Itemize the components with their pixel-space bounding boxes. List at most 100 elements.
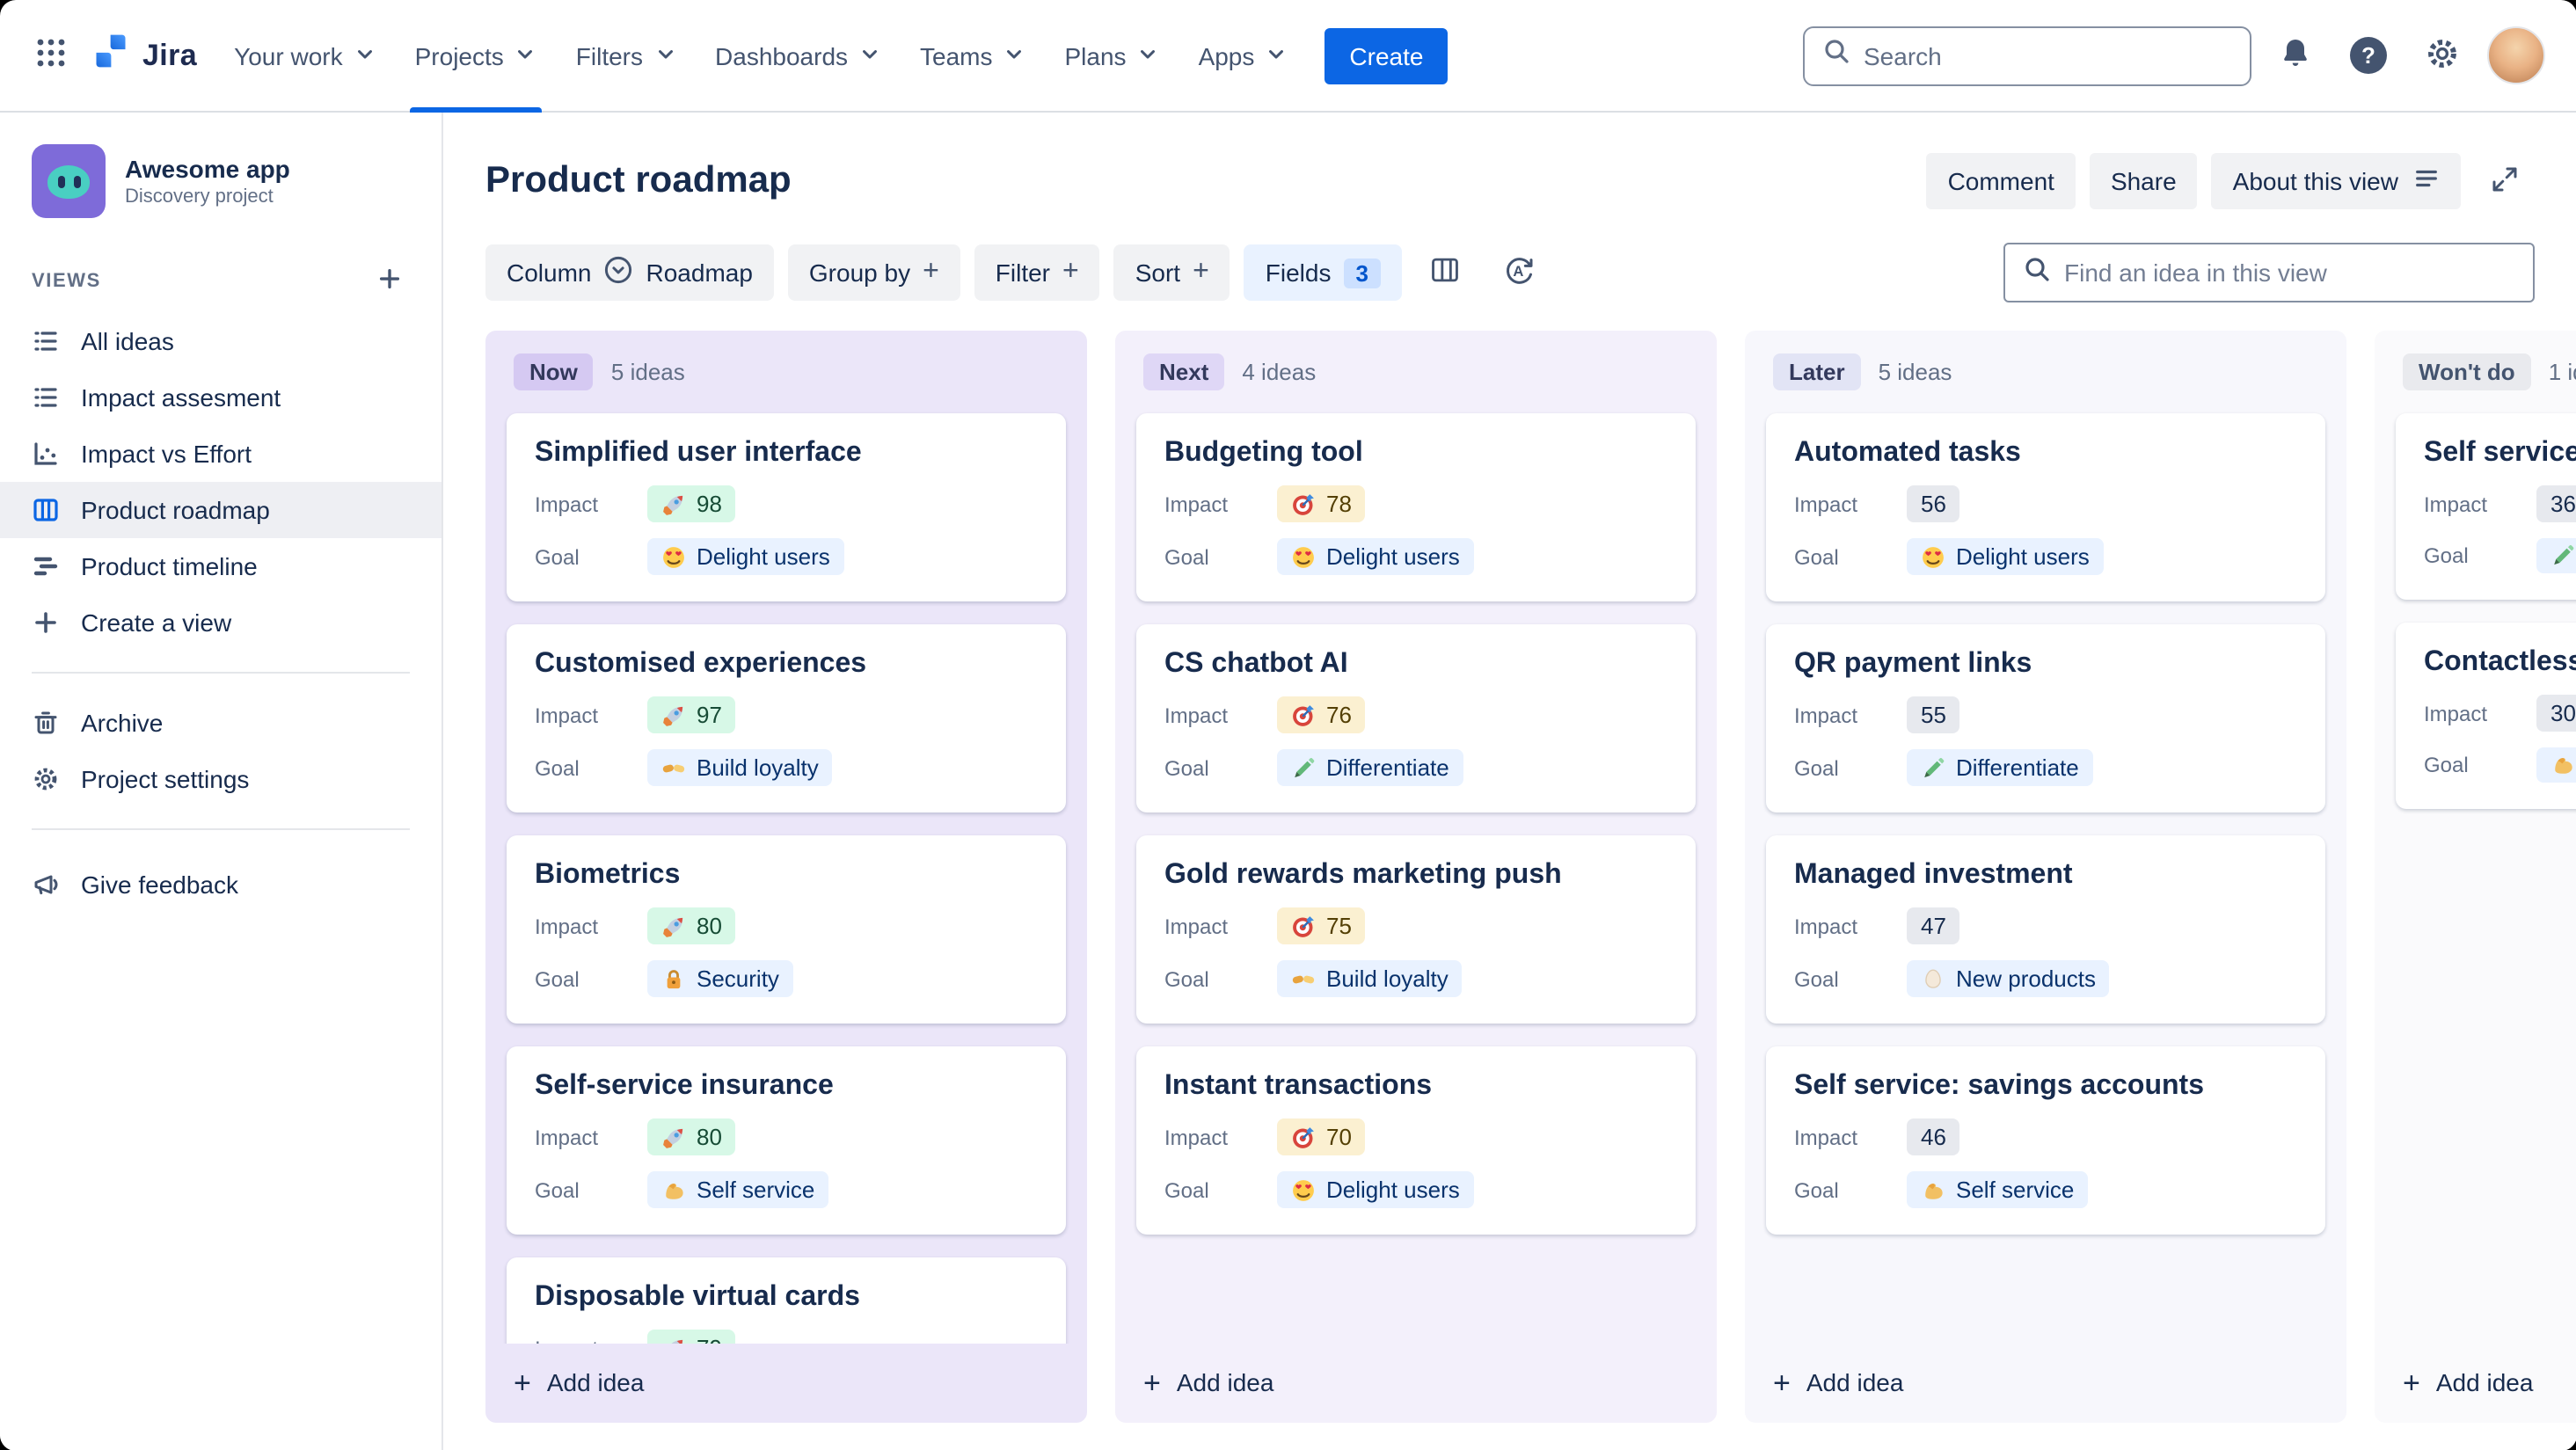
idea-card[interactable]: Biometrics Impact 80 Goal Security xyxy=(507,835,1066,1024)
add-idea-button[interactable]: + Add idea xyxy=(1115,1343,1717,1422)
sidebar-item-impact-assesment[interactable]: Impact assesment xyxy=(0,369,441,426)
sidebar-item-product-timeline[interactable]: Product timeline xyxy=(0,538,441,594)
nav-item-dashboards[interactable]: Dashboards xyxy=(696,0,901,112)
idea-card[interactable]: Managed investment Impact 47 Goal New pr… xyxy=(1766,835,2325,1024)
sidebar-tools: Archive Project settings xyxy=(0,695,441,807)
gear-icon xyxy=(32,765,60,793)
nav-item-apps[interactable]: Apps xyxy=(1179,0,1308,112)
expand-view-button[interactable] xyxy=(2474,151,2534,211)
idea-card[interactable]: QR payment links Impact 55 Goal Differen… xyxy=(1766,624,2325,812)
find-idea-input[interactable] xyxy=(2064,259,2514,287)
comment-button[interactable]: Comment xyxy=(1926,153,2076,209)
column-setting-value: Roadmap xyxy=(646,259,753,287)
impact-row: Impact 97 xyxy=(535,696,1038,733)
idea-card[interactable]: Simplified user interface Impact 98 Goal… xyxy=(507,413,1066,601)
rank-sort-button[interactable]: A xyxy=(1490,243,1550,302)
help-button[interactable]: ? xyxy=(2339,26,2398,85)
goal-row: Goal Self service xyxy=(535,1171,1038,1208)
give-feedback-button[interactable]: Give feedback xyxy=(0,855,441,914)
jira-logo[interactable]: Jira xyxy=(81,32,215,79)
idea-card[interactable]: Self-service insurance Impact 80 Goal Se… xyxy=(507,1046,1066,1235)
grid-icon xyxy=(35,37,67,74)
global-search[interactable] xyxy=(1802,26,2251,85)
impact-value: 98 xyxy=(697,491,722,517)
main-content: Product roadmap Comment Share About this… xyxy=(443,113,2576,1450)
user-avatar[interactable] xyxy=(2486,26,2544,84)
nav-item-plans[interactable]: Plans xyxy=(1046,0,1179,112)
impact-row: Impact 36 xyxy=(2424,485,2576,522)
goal-badge: Delight users xyxy=(1277,538,1474,575)
sidebar-item-archive[interactable]: Archive xyxy=(0,695,441,751)
sidebar-item-product-roadmap[interactable]: Product roadmap xyxy=(0,482,441,538)
column-status-chip: Won't do xyxy=(2403,353,2531,390)
impact-badge: 75 xyxy=(1277,907,1366,944)
goal-value: Security xyxy=(697,965,779,992)
nav-item-your-work[interactable]: Your work xyxy=(215,0,396,112)
sidebar-item-create-a-view[interactable]: Create a view xyxy=(0,594,441,651)
idea-card[interactable]: Gold rewards marketing push Impact 75 Go… xyxy=(1136,835,1696,1024)
goal-field-label: Goal xyxy=(1794,755,1839,780)
idea-card[interactable]: Customised experiences Impact 97 Goal Bu… xyxy=(507,624,1066,812)
idea-card[interactable]: CS chatbot AI Impact 76 Goal Differentia… xyxy=(1136,624,1696,812)
muscle-icon xyxy=(2550,753,2575,777)
sidebar-item-all-ideas[interactable]: All ideas xyxy=(0,313,441,369)
goal-row: Goal Differentiate xyxy=(1794,749,2297,786)
sidebar-item-impact-vs-effort[interactable]: Impact vs Effort xyxy=(0,426,441,482)
find-idea-search[interactable] xyxy=(2003,243,2534,302)
pen-icon xyxy=(1921,755,1945,780)
goal-row: Goal Self service xyxy=(1794,1171,2297,1208)
page-header: Product roadmap Comment Share About this… xyxy=(443,113,2576,229)
global-search-input[interactable] xyxy=(1864,41,2231,69)
idea-card[interactable]: Self service: Impact 36 Goal xyxy=(2396,413,2576,600)
group-by-chip[interactable]: Group by + xyxy=(787,244,960,301)
page-actions: Comment Share About this view xyxy=(1926,151,2534,211)
column-setting-chip[interactable]: Column Roadmap xyxy=(485,244,774,301)
views-head: VIEWS xyxy=(0,260,441,313)
project-header[interactable]: Awesome app Discovery project xyxy=(0,144,441,218)
settings-button[interactable] xyxy=(2412,26,2472,85)
idea-card[interactable]: Instant transactions Impact 70 Goal Deli… xyxy=(1136,1046,1696,1235)
goal-value: Delight users xyxy=(1326,543,1460,570)
pen-icon xyxy=(2550,543,2575,568)
nav-item-projects[interactable]: Projects xyxy=(396,0,557,112)
impact-field-label: Impact xyxy=(535,492,599,516)
notifications-button[interactable] xyxy=(2265,26,2324,85)
add-idea-button[interactable]: + Add idea xyxy=(2375,1343,2576,1422)
sort-chip[interactable]: Sort + xyxy=(1113,244,1230,301)
idea-card[interactable]: Disposable virtual cards Impact 79 xyxy=(507,1257,1066,1343)
goal-row: Goal Delight users xyxy=(1794,538,2297,575)
app-switcher-button[interactable] xyxy=(21,26,81,85)
nav-item-filters[interactable]: Filters xyxy=(557,0,696,112)
idea-card[interactable]: Contactless Impact 30 Goal xyxy=(2396,623,2576,809)
idea-card[interactable]: Automated tasks Impact 56 Goal Delight u… xyxy=(1766,413,2325,601)
group-by-label: Group by xyxy=(808,259,911,287)
add-idea-button[interactable]: + Add idea xyxy=(1745,1343,2346,1422)
sidebar-item-project-settings[interactable]: Project settings xyxy=(0,751,441,807)
goal-row: Goal Security xyxy=(535,960,1038,997)
plus-icon: + xyxy=(1193,257,1209,287)
about-this-view-button[interactable]: About this view xyxy=(2211,153,2460,209)
add-idea-label: Add idea xyxy=(1176,1368,1274,1396)
nav-item-teams[interactable]: Teams xyxy=(901,0,1045,112)
create-button[interactable]: Create xyxy=(1324,27,1449,84)
chevron-down-icon xyxy=(354,41,376,69)
goal-badge: Delight users xyxy=(647,538,844,575)
add-view-button[interactable] xyxy=(368,260,410,302)
board-layout-button[interactable] xyxy=(1416,243,1476,302)
impact-row: Impact 76 xyxy=(1164,696,1667,733)
share-button[interactable]: Share xyxy=(2089,153,2198,209)
nav-item-label: Filters xyxy=(575,41,644,69)
heart-eyes-icon xyxy=(1291,1177,1316,1202)
column-cards: Simplified user interface Impact 98 Goal… xyxy=(485,410,1087,1343)
idea-card[interactable]: Self service: savings accounts Impact 46… xyxy=(1766,1046,2325,1235)
impact-row: Impact 78 xyxy=(1164,485,1667,522)
add-idea-label: Add idea xyxy=(2435,1368,2534,1396)
column-status-chip: Now xyxy=(514,353,594,390)
filter-chip[interactable]: Filter + xyxy=(974,244,1100,301)
add-idea-button[interactable]: + Add idea xyxy=(485,1343,1087,1422)
idea-card[interactable]: Budgeting tool Impact 78 Goal Delight us… xyxy=(1136,413,1696,601)
column-idea-count: 5 ideas xyxy=(610,359,685,385)
fields-chip[interactable]: Fields 3 xyxy=(1244,244,1402,301)
goal-badge: Build loyalty xyxy=(1277,960,1463,997)
egg-icon xyxy=(1921,966,1945,991)
